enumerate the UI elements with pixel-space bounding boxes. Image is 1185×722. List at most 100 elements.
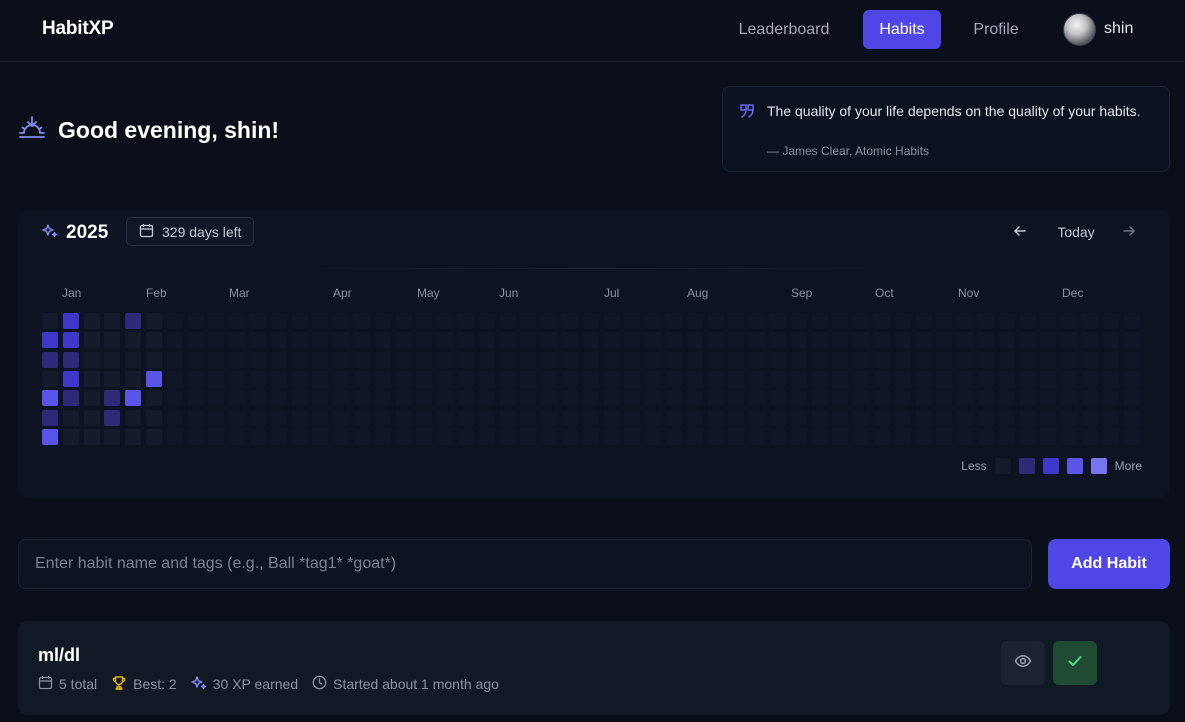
heatmap-cell[interactable] [998, 313, 1015, 329]
heatmap-cell[interactable] [811, 332, 828, 349]
heatmap-cell[interactable] [978, 409, 994, 426]
heatmap-cell[interactable] [666, 390, 682, 407]
heatmap-cell[interactable] [1019, 428, 1036, 445]
heatmap-cell[interactable] [1082, 370, 1098, 387]
heatmap-cell[interactable] [811, 390, 828, 407]
heatmap-cell[interactable] [270, 313, 287, 329]
heatmap-cell[interactable] [146, 409, 162, 426]
heatmap-cell[interactable] [270, 409, 287, 426]
heatmap-cell[interactable] [624, 428, 641, 445]
heatmap-cell[interactable] [645, 351, 662, 368]
heatmap-cell[interactable] [354, 313, 370, 329]
heatmap-cell[interactable] [187, 351, 204, 368]
heatmap-cell[interactable] [624, 351, 641, 368]
heatmap-cell[interactable] [1061, 351, 1078, 368]
heatmap-cell[interactable] [354, 390, 370, 407]
heatmap-cell[interactable] [1019, 409, 1036, 426]
heatmap-cell[interactable] [229, 351, 246, 368]
heatmap-cell[interactable] [42, 313, 58, 329]
heatmap-cell[interactable] [936, 409, 953, 426]
heatmap-cell[interactable] [645, 409, 662, 426]
heatmap-cell[interactable] [707, 351, 724, 368]
heatmap-cell[interactable] [1040, 351, 1057, 368]
heatmap-cell[interactable] [832, 332, 849, 349]
heatmap-cell[interactable] [915, 390, 932, 407]
heatmap-cell[interactable] [437, 351, 454, 368]
heatmap-cell[interactable] [811, 313, 828, 329]
heatmap-cell[interactable] [166, 390, 183, 407]
heatmap-cell[interactable] [499, 409, 516, 426]
heatmap-cell[interactable] [520, 428, 537, 445]
heatmap-cell[interactable] [894, 390, 911, 407]
view-habit-button[interactable] [1001, 641, 1045, 685]
heatmap-cell[interactable] [645, 390, 662, 407]
heatmap-cell[interactable] [728, 313, 745, 329]
heatmap-cell[interactable] [874, 409, 890, 426]
heatmap-cell[interactable] [603, 351, 620, 368]
heatmap-cell[interactable] [250, 332, 266, 349]
heatmap-cell[interactable] [42, 428, 58, 445]
heatmap-cell[interactable] [416, 313, 433, 329]
heatmap-cell[interactable] [520, 409, 537, 426]
heatmap-cell[interactable] [395, 351, 412, 368]
heatmap-cell[interactable] [1082, 428, 1098, 445]
heatmap-cell[interactable] [166, 313, 183, 329]
heatmap-cell[interactable] [770, 409, 786, 426]
heatmap-cell[interactable] [208, 390, 225, 407]
habit-card[interactable]: ml/dl 5 total Best: 2 30 XP earned Start… [18, 621, 1170, 715]
heatmap-cell[interactable] [104, 370, 121, 387]
heatmap-cell[interactable] [1123, 351, 1140, 368]
heatmap-cell[interactable] [1019, 390, 1036, 407]
brand-logo[interactable]: HabitXP [42, 18, 114, 40]
heatmap-cell[interactable] [853, 313, 870, 329]
heatmap-cell[interactable] [520, 332, 537, 349]
heatmap-cell[interactable] [187, 370, 204, 387]
heatmap-cell[interactable] [874, 428, 890, 445]
heatmap-cell[interactable] [499, 351, 516, 368]
heatmap-cell[interactable] [333, 332, 350, 349]
heatmap-cell[interactable] [749, 313, 766, 329]
heatmap-cell[interactable] [853, 428, 870, 445]
heatmap-cell[interactable] [853, 351, 870, 368]
heatmap-cell[interactable] [478, 351, 495, 368]
heatmap-cell[interactable] [811, 428, 828, 445]
today-button[interactable]: Today [1048, 220, 1104, 244]
heatmap-cell[interactable] [333, 428, 350, 445]
heatmap-cell[interactable] [374, 409, 391, 426]
heatmap-cell[interactable] [603, 428, 620, 445]
heatmap-cell[interactable] [374, 428, 391, 445]
heatmap-cell[interactable] [582, 409, 599, 426]
heatmap-cell[interactable] [478, 313, 495, 329]
heatmap-cell[interactable] [978, 428, 994, 445]
heatmap-cell[interactable] [62, 351, 79, 368]
heatmap-cell[interactable] [416, 428, 433, 445]
heatmap-cell[interactable] [478, 409, 495, 426]
heatmap-cell[interactable] [1061, 313, 1078, 329]
heatmap-cell[interactable] [229, 332, 246, 349]
heatmap-cell[interactable] [395, 428, 412, 445]
heatmap-cell[interactable] [957, 370, 974, 387]
heatmap-cell[interactable] [1019, 332, 1036, 349]
heatmap-cell[interactable] [250, 313, 266, 329]
heatmap-cell[interactable] [666, 313, 682, 329]
heatmap-cell[interactable] [520, 370, 537, 387]
heatmap-cell[interactable] [1040, 332, 1057, 349]
heatmap-cell[interactable] [853, 409, 870, 426]
heatmap-cell[interactable] [208, 313, 225, 329]
heatmap-cell[interactable] [166, 332, 183, 349]
heatmap-cell[interactable] [645, 332, 662, 349]
heatmap-cell[interactable] [603, 390, 620, 407]
heatmap-cell[interactable] [125, 370, 142, 387]
heatmap-cell[interactable] [998, 428, 1015, 445]
heatmap-cell[interactable] [978, 370, 994, 387]
heatmap-cell[interactable] [1082, 409, 1098, 426]
heatmap-cell[interactable] [790, 332, 807, 349]
heatmap-cell[interactable] [790, 351, 807, 368]
heatmap-cell[interactable] [42, 332, 58, 349]
heatmap-cell[interactable] [1061, 409, 1078, 426]
heatmap-cell[interactable] [998, 332, 1015, 349]
heatmap-cell[interactable] [582, 351, 599, 368]
heatmap-cell[interactable] [291, 409, 308, 426]
heatmap-cell[interactable] [250, 390, 266, 407]
heatmap-cell[interactable] [312, 409, 329, 426]
